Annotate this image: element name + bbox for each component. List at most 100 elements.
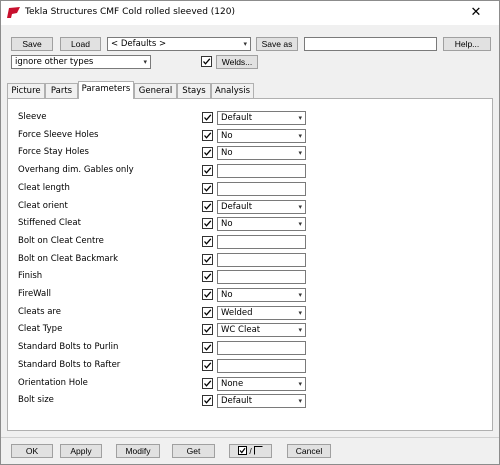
param-row: Cleat Type WC Cleat ▾	[8, 323, 492, 338]
checkmark-icon	[204, 362, 212, 369]
param-select-value: No	[221, 148, 233, 158]
param-select[interactable]: No ▾	[217, 129, 306, 143]
welds-checkbox[interactable]	[201, 56, 212, 67]
dialog-window: Tekla Structures CMF Cold rolled sleeved…	[0, 0, 500, 465]
param-row: FireWall No ▾	[8, 288, 492, 303]
param-select-value: No	[221, 131, 233, 141]
checkbox-unchecked-icon	[254, 446, 263, 455]
param-row: Force Stay Holes No ▾	[8, 146, 492, 161]
param-select[interactable]: WC Cleat ▾	[217, 323, 306, 337]
param-enable-checkbox[interactable]	[202, 130, 213, 141]
param-enable-checkbox[interactable]	[202, 165, 213, 176]
checkmark-icon	[204, 309, 212, 316]
param-enable-checkbox[interactable]	[202, 378, 213, 389]
param-enable-checkbox[interactable]	[202, 201, 213, 212]
param-row: Bolt on Cleat Backmark	[8, 253, 492, 268]
checkmark-icon	[204, 203, 212, 210]
param-row: Bolt size Default ▾	[8, 394, 492, 409]
ok-button[interactable]: OK	[11, 444, 53, 458]
param-select[interactable]: Welded ▾	[217, 306, 306, 320]
checkmark-icon	[204, 291, 212, 298]
close-icon[interactable]: ✕	[467, 4, 485, 22]
filter-select-value: ignore other types	[15, 57, 94, 67]
param-select[interactable]: No ▾	[217, 288, 306, 302]
param-row: Cleat length	[8, 182, 492, 197]
param-label: Overhang dim. Gables only	[18, 165, 134, 175]
param-enable-checkbox[interactable]	[202, 342, 213, 353]
load-button[interactable]: Load	[60, 37, 101, 51]
tab-picture[interactable]: Picture	[7, 83, 45, 99]
apply-button[interactable]: Apply	[60, 444, 102, 458]
param-row: Finish	[8, 270, 492, 285]
window-title: Tekla Structures CMF Cold rolled sleeved…	[25, 7, 235, 17]
param-select-value: Default	[221, 113, 253, 123]
tab-stays[interactable]: Stays	[177, 83, 211, 99]
chevron-down-icon: ▾	[298, 397, 302, 405]
param-row: Standard Bolts to Rafter	[8, 359, 492, 374]
param-enable-checkbox[interactable]	[202, 324, 213, 335]
tab-analysis[interactable]: Analysis	[211, 83, 254, 99]
param-select[interactable]: No ▾	[217, 146, 306, 160]
checkmark-icon	[204, 273, 212, 280]
tekla-logo-icon	[7, 7, 20, 18]
param-enable-checkbox[interactable]	[202, 147, 213, 158]
param-row: Sleeve Default ▾	[8, 111, 492, 126]
toggle-all-button[interactable]: /	[229, 444, 272, 458]
param-select[interactable]: None ▾	[217, 377, 306, 391]
param-input[interactable]	[217, 235, 306, 249]
help-button[interactable]: Help...	[443, 37, 491, 51]
parameters-panel: Sleeve Default ▾ Force Sleeve Holes No ▾ Force…	[7, 98, 493, 431]
param-label: Sleeve	[18, 112, 47, 122]
param-row: Cleats are Welded ▾	[8, 306, 492, 321]
save-as-button[interactable]: Save as	[256, 37, 298, 51]
param-label: Orientation Hole	[18, 378, 88, 388]
welds-button[interactable]: Welds...	[216, 55, 258, 69]
checkmark-icon	[204, 326, 212, 333]
cancel-button[interactable]: Cancel	[287, 444, 331, 458]
param-input[interactable]	[217, 164, 306, 178]
param-select-value: No	[221, 219, 233, 229]
param-enable-checkbox[interactable]	[202, 307, 213, 318]
param-select-value: Default	[221, 396, 253, 406]
filter-select[interactable]: ignore other types ▾	[11, 55, 151, 69]
param-enable-checkbox[interactable]	[202, 360, 213, 371]
param-enable-checkbox[interactable]	[202, 289, 213, 300]
param-label: Standard Bolts to Rafter	[18, 360, 121, 370]
tab-parameters[interactable]: Parameters	[78, 81, 134, 99]
param-select[interactable]: Default ▾	[217, 111, 306, 125]
param-select-value: WC Cleat	[221, 325, 261, 335]
param-row: Cleat orient Default ▾	[8, 200, 492, 215]
param-enable-checkbox[interactable]	[202, 395, 213, 406]
tab-general[interactable]: General	[134, 83, 177, 99]
param-select[interactable]: Default ▾	[217, 394, 306, 408]
param-select[interactable]: No ▾	[217, 217, 306, 231]
save-as-input[interactable]	[304, 37, 437, 51]
preset-select[interactable]: < Defaults > ▾	[107, 37, 251, 51]
chevron-down-icon: ▾	[298, 380, 302, 388]
chevron-down-icon: ▾	[298, 309, 302, 317]
param-input[interactable]	[217, 341, 306, 355]
param-input[interactable]	[217, 359, 306, 373]
param-enable-checkbox[interactable]	[202, 271, 213, 282]
param-select-value: None	[221, 379, 244, 389]
param-input[interactable]	[217, 270, 306, 284]
param-enable-checkbox[interactable]	[202, 254, 213, 265]
tab-parts[interactable]: Parts	[45, 83, 78, 99]
param-enable-checkbox[interactable]	[202, 218, 213, 229]
param-label: Cleat orient	[18, 201, 68, 211]
checkmark-icon	[204, 380, 212, 387]
param-input[interactable]	[217, 182, 306, 196]
param-enable-checkbox[interactable]	[202, 183, 213, 194]
modify-button[interactable]: Modify	[116, 444, 160, 458]
chevron-down-icon: ▾	[143, 58, 147, 66]
param-enable-checkbox[interactable]	[202, 236, 213, 247]
save-button[interactable]: Save	[11, 37, 53, 51]
param-row: Stiffened Cleat No ▾	[8, 217, 492, 232]
chevron-down-icon: ▾	[298, 326, 302, 334]
get-button[interactable]: Get	[172, 444, 215, 458]
param-enable-checkbox[interactable]	[202, 112, 213, 123]
param-label: Force Stay Holes	[18, 147, 89, 157]
param-select[interactable]: Default ▾	[217, 200, 306, 214]
param-label: Cleats are	[18, 307, 61, 317]
param-input[interactable]	[217, 253, 306, 267]
